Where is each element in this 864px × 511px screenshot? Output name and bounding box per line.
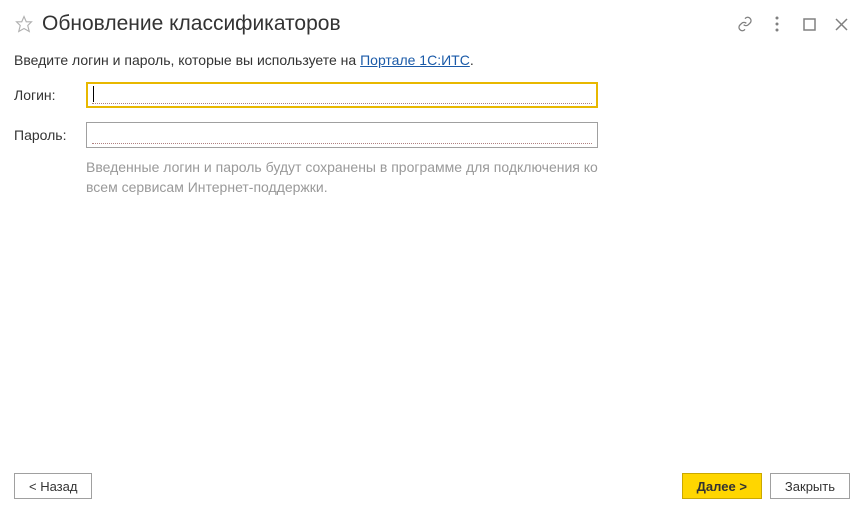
- window-header: Обновление классификаторов: [0, 0, 864, 44]
- favorite-star-icon[interactable]: [14, 14, 34, 34]
- text-cursor: [93, 86, 94, 102]
- footer-right: Далее > Закрыть: [682, 473, 850, 499]
- login-row: Логин:: [14, 82, 850, 108]
- link-icon[interactable]: [736, 15, 754, 33]
- login-label: Логин:: [14, 87, 86, 103]
- page-title: Обновление классификаторов: [42, 12, 736, 36]
- back-button[interactable]: < Назад: [14, 473, 92, 499]
- footer: < Назад Далее > Закрыть: [14, 473, 850, 499]
- maximize-icon[interactable]: [800, 15, 818, 33]
- intro-suffix: .: [470, 52, 474, 68]
- intro-prefix: Введите логин и пароль, которые вы испол…: [14, 52, 360, 68]
- password-label: Пароль:: [14, 127, 86, 143]
- portal-link[interactable]: Портале 1С:ИТС: [360, 52, 470, 68]
- next-button[interactable]: Далее >: [682, 473, 762, 499]
- password-row: Пароль:: [14, 122, 850, 148]
- close-icon[interactable]: [832, 15, 850, 33]
- intro-text: Введите логин и пароль, которые вы испол…: [14, 52, 850, 68]
- close-button[interactable]: Закрыть: [770, 473, 850, 499]
- header-buttons: [736, 15, 850, 33]
- content-area: Введите логин и пароль, которые вы испол…: [0, 44, 864, 205]
- password-input[interactable]: [86, 122, 598, 148]
- hint-text: Введенные логин и пароль будут сохранены…: [86, 158, 598, 197]
- more-icon[interactable]: [768, 15, 786, 33]
- login-input[interactable]: [86, 82, 598, 108]
